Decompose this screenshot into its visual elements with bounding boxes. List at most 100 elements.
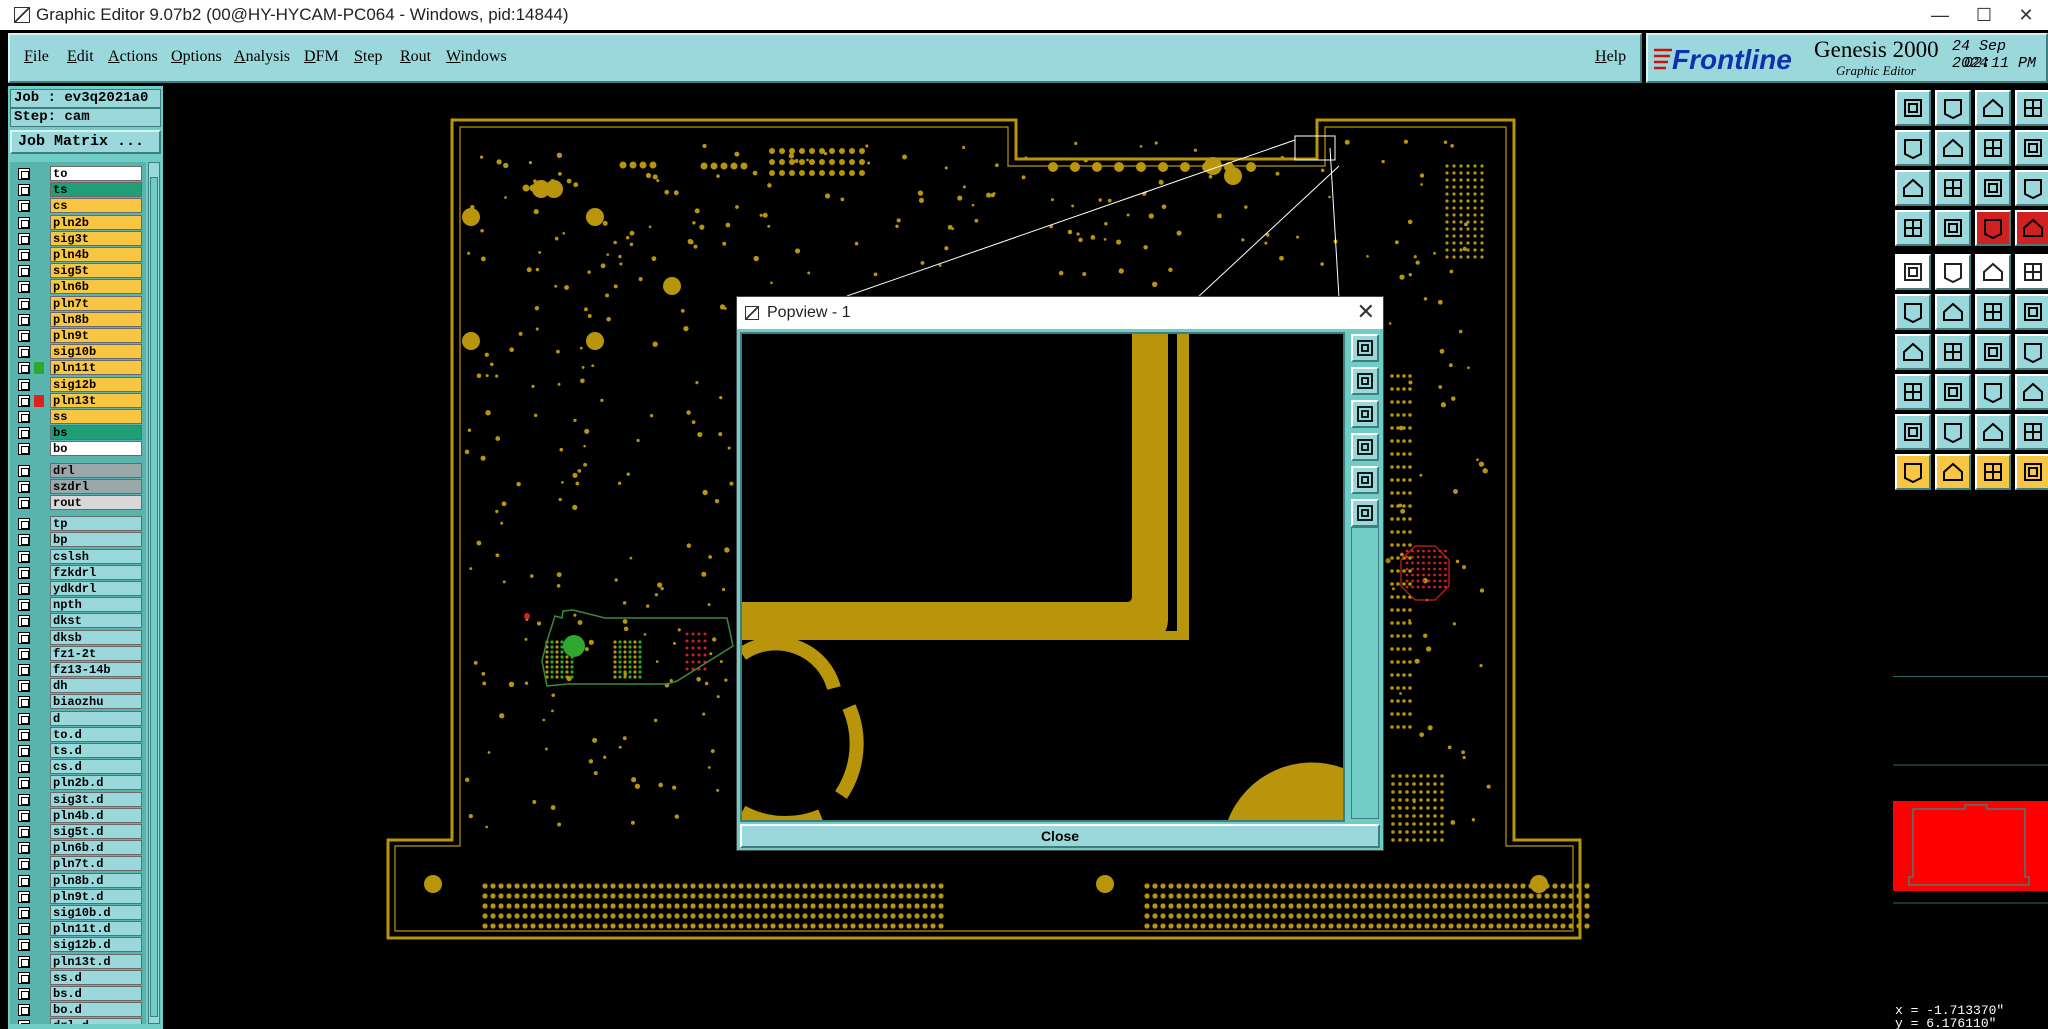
layer-name[interactable]: drl [50, 462, 142, 478]
layer-display-marker[interactable] [34, 907, 44, 919]
layer-affected-checkbox[interactable] [18, 890, 30, 903]
layer-affected-checkbox[interactable] [18, 647, 30, 660]
fit-all-icon[interactable] [1895, 170, 1931, 206]
layer-name[interactable]: pln7t.d [50, 856, 142, 872]
layer-row[interactable]: sig5t.d [10, 824, 146, 840]
layer-row[interactable]: fz13-14b [10, 662, 146, 678]
layer-name[interactable]: ts.d [50, 743, 142, 758]
route-icon[interactable] [1895, 294, 1931, 330]
layer-display-marker[interactable] [34, 745, 44, 757]
layer-display-marker[interactable] [34, 777, 44, 789]
job-matrix-button[interactable]: Job Matrix ... [10, 130, 161, 154]
pv-zoom-in-icon[interactable] [1351, 367, 1379, 395]
layer-row[interactable]: biaozhu [10, 694, 146, 710]
layer-row[interactable]: sig12b [10, 376, 146, 393]
layer-affected-checkbox[interactable] [18, 427, 30, 440]
layer-affected-checkbox[interactable] [18, 696, 30, 709]
maximize-button[interactable]: ☐ [1962, 0, 2006, 30]
layer-display-marker[interactable] [34, 583, 44, 595]
layer-display-marker[interactable] [34, 534, 44, 546]
layer-row[interactable]: pln9t.d [10, 888, 146, 905]
minimize-button[interactable]: — [1918, 0, 1962, 30]
menu-help[interactable]: Help [1595, 48, 1626, 66]
layer-display-marker[interactable] [34, 632, 44, 644]
layer-display-marker[interactable] [34, 443, 44, 455]
layer-row[interactable]: cs [10, 198, 146, 214]
minimap[interactable] [1893, 676, 2048, 1029]
window-right-icon[interactable] [1935, 130, 1971, 166]
layer-name[interactable]: pln7t [50, 295, 142, 311]
layer-affected-checkbox[interactable] [18, 664, 30, 676]
layer-affected-checkbox[interactable] [18, 939, 30, 952]
layer-display-marker[interactable] [34, 346, 44, 358]
layer-display-marker[interactable] [34, 281, 44, 293]
layer-affected-checkbox[interactable] [18, 907, 30, 919]
layer-affected-checkbox[interactable] [18, 583, 30, 595]
layer-row[interactable]: sig12b.d [10, 937, 146, 953]
layer-display-marker[interactable] [34, 551, 44, 563]
undo-view-icon[interactable] [1975, 130, 2011, 166]
menu-dfm[interactable]: DFM [304, 48, 339, 66]
layer-name[interactable]: rout [50, 495, 142, 510]
layer-name[interactable]: pln11t [50, 360, 142, 376]
layer-display-marker[interactable] [34, 497, 44, 509]
layer-display-marker[interactable] [34, 200, 44, 212]
layer-name[interactable]: dh [50, 678, 142, 694]
layer-row[interactable]: pln4b [10, 247, 146, 263]
layer-display-marker[interactable] [34, 648, 44, 660]
layer-row[interactable]: pln11t.d [10, 921, 146, 937]
layer-affected-checkbox[interactable] [18, 518, 30, 531]
arrow-box-icon[interactable] [1935, 454, 1971, 490]
layer-name[interactable]: cs.d [50, 759, 142, 775]
measure-icon[interactable] [1895, 210, 1931, 246]
layers-alt-icon[interactable] [2015, 210, 2048, 246]
layer-row[interactable]: to [10, 166, 146, 182]
select-symbol-icon[interactable] [1895, 254, 1931, 290]
layer-affected-checkbox[interactable] [18, 615, 30, 628]
layer-row[interactable]: tp [10, 516, 146, 532]
layer-display-marker[interactable] [34, 518, 44, 530]
layer-affected-checkbox[interactable] [18, 988, 30, 1000]
layer-name[interactable]: cslsh [50, 548, 142, 564]
layer-name[interactable]: szdrl [50, 478, 142, 494]
window-left-icon[interactable] [1895, 130, 1931, 166]
layer-name[interactable]: pln4b.d [50, 807, 142, 823]
layer-name[interactable]: biaozhu [50, 694, 142, 710]
layer-affected-checkbox[interactable] [18, 184, 30, 197]
layer-row[interactable]: ts.d [10, 743, 146, 759]
draw-icon[interactable] [1935, 254, 1971, 290]
layer-name[interactable]: ydkdrl [50, 581, 142, 596]
zoom-out-icon[interactable] [1975, 90, 2011, 126]
layer-affected-checkbox[interactable] [18, 826, 30, 838]
split-icon[interactable] [2015, 130, 2048, 166]
layer-display-marker[interactable] [34, 713, 44, 725]
layer-affected-checkbox[interactable] [18, 200, 30, 213]
layer-name[interactable]: sig5t.d [50, 824, 142, 839]
layer-affected-checkbox[interactable] [18, 330, 30, 342]
layer-name[interactable]: pln6b.d [50, 840, 142, 856]
layer-affected-checkbox[interactable] [18, 793, 30, 806]
layer-name[interactable]: pln2b [50, 214, 142, 230]
layer-affected-checkbox[interactable] [18, 297, 30, 310]
layer-name[interactable]: sig10b.d [50, 905, 142, 920]
layer-name[interactable]: bp [50, 532, 142, 548]
line-icon[interactable] [1975, 254, 2011, 290]
layer-display-marker[interactable] [34, 794, 44, 806]
layer-display-marker[interactable] [34, 168, 44, 180]
layer-name[interactable]: dkst [50, 613, 142, 629]
layer-row[interactable]: bo [10, 441, 146, 457]
layer-affected-checkbox[interactable] [18, 216, 30, 229]
layer-display-marker[interactable] [34, 810, 44, 822]
layer-row[interactable]: ss [10, 409, 146, 425]
layer-affected-checkbox[interactable] [18, 281, 30, 294]
layer-row[interactable]: drl [10, 462, 146, 479]
layer-display-marker[interactable] [34, 939, 44, 951]
layer-affected-checkbox[interactable] [18, 464, 30, 477]
layer-affected-checkbox[interactable] [18, 249, 30, 261]
layer-display-marker[interactable] [34, 826, 44, 838]
layer-name[interactable]: sig12b [50, 376, 142, 392]
layer-name[interactable]: pln9t [50, 328, 142, 343]
menu-analysis[interactable]: Analysis [234, 48, 290, 66]
layer-affected-checkbox[interactable] [18, 411, 30, 423]
layer-row[interactable]: sig10b.d [10, 905, 146, 921]
